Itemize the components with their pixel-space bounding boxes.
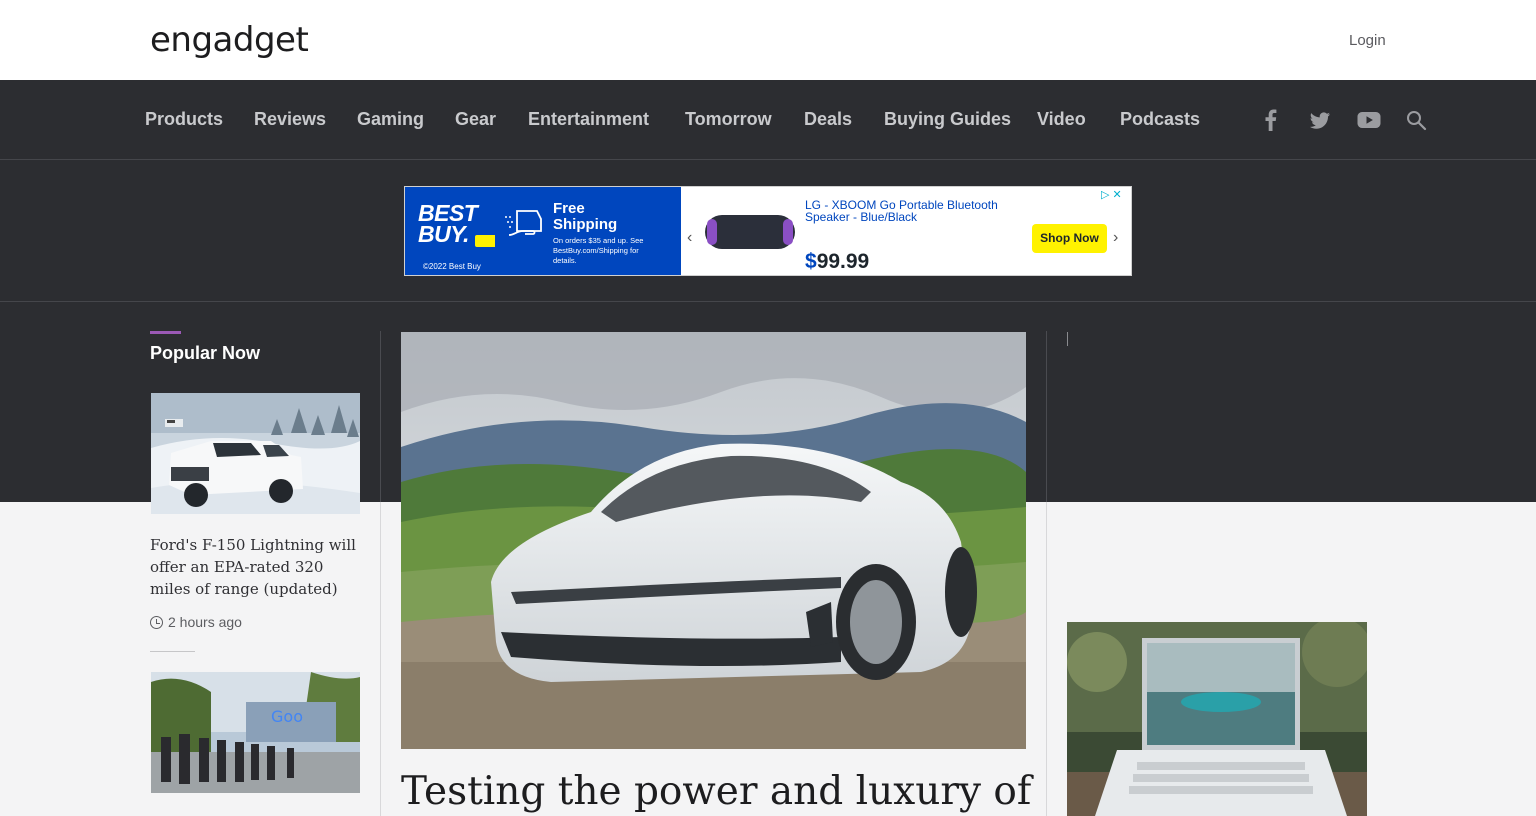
popular-accent-line — [150, 331, 181, 334]
ford-truck-thumbnail[interactable] — [151, 393, 360, 514]
twitter-icon[interactable] — [1308, 107, 1332, 133]
column-divider-right-dark — [1046, 331, 1047, 502]
story-separator — [150, 651, 195, 652]
site-header: engadget Login — [0, 0, 1536, 80]
best-buy-logo: BEST BUY. — [418, 202, 478, 247]
svg-text:Goo: Goo — [271, 707, 303, 726]
popular-story-time: 2 hours ago — [150, 614, 242, 630]
hero-car-image[interactable] — [401, 332, 1026, 749]
column-divider-left-dark — [380, 331, 381, 502]
story-time-text: 2 hours ago — [168, 614, 242, 630]
shipping-title: Free Shipping — [553, 200, 618, 233]
ad-prev-arrow-icon[interactable]: ‹ — [687, 229, 692, 247]
google-campus-thumbnail[interactable]: Goo — [151, 672, 360, 793]
login-link[interactable]: Login — [1349, 32, 1386, 49]
shop-now-button[interactable]: Shop Now — [1032, 224, 1107, 253]
ad-next-arrow-icon[interactable]: › — [1113, 229, 1118, 247]
popular-now-heading: Popular Now — [150, 343, 261, 363]
ad-brand-panel: BEST BUY. ©2022 Best Buy Free Shipping O… — [405, 187, 681, 275]
shipping-box-icon — [505, 210, 542, 236]
clock-icon — [150, 616, 163, 629]
nav-item-tomorrow[interactable]: Tomorrow — [685, 108, 772, 130]
ad-choices-icon[interactable]: ▷ ✕ — [1101, 188, 1122, 201]
youtube-icon[interactable] — [1357, 107, 1381, 133]
nav-item-deals[interactable]: Deals — [804, 108, 852, 130]
yellow-tag-icon — [475, 235, 495, 247]
nav-item-video[interactable]: Video — [1037, 108, 1086, 130]
ad-placeholder-marker — [1067, 332, 1068, 346]
ad-copyright: ©2022 Best Buy — [423, 262, 481, 271]
ad-product-name[interactable]: LG - XBOOM Go Portable Bluetooth Speaker… — [805, 199, 1005, 223]
ad-price-value: 99.99 — [816, 250, 870, 273]
ad-price: $99.99 — [805, 250, 869, 274]
laptop-image[interactable] — [1067, 622, 1367, 816]
hero-headline[interactable]: Testing the power and luxury of — [401, 768, 1041, 816]
nav-item-gaming[interactable]: Gaming — [357, 108, 424, 130]
shipping-detail: On orders $35 and up. See BestBuy.com/Sh… — [553, 236, 644, 265]
nav-item-reviews[interactable]: Reviews — [254, 108, 326, 130]
facebook-icon[interactable] — [1259, 107, 1283, 133]
speaker-product-image — [705, 215, 795, 249]
main-nav: Products Reviews Gaming Gear Entertainme… — [0, 80, 1536, 160]
nav-item-buying-guides[interactable]: Buying Guides — [884, 108, 1011, 130]
nav-item-products[interactable]: Products — [145, 108, 223, 130]
engadget-logo[interactable]: engadget — [150, 22, 309, 58]
brand-line-2: BUY. — [418, 221, 469, 247]
nav-item-podcasts[interactable]: Podcasts — [1120, 108, 1200, 130]
nav-item-gear[interactable]: Gear — [455, 108, 496, 130]
ad-price-symbol: $ — [805, 250, 817, 273]
best-buy-ad[interactable]: BEST BUY. ©2022 Best Buy Free Shipping O… — [404, 186, 1132, 276]
popular-story-title[interactable]: Ford's F-150 Lightning will offer an EPA… — [150, 534, 362, 600]
search-icon[interactable] — [1405, 107, 1429, 133]
nav-item-entertainment[interactable]: Entertainment — [528, 108, 649, 130]
